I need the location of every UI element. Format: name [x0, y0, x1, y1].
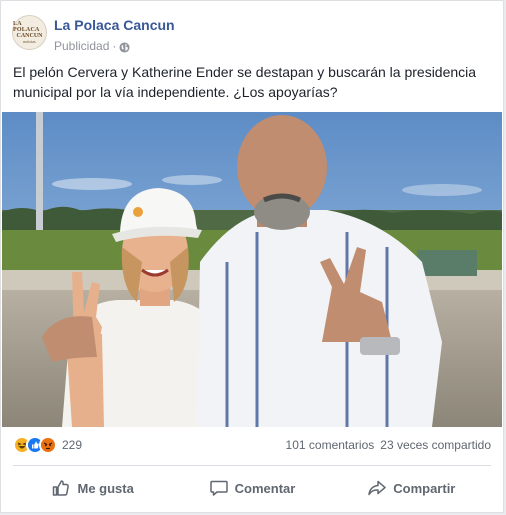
comment-button[interactable]: Comentar	[172, 471, 331, 505]
shares-count-link[interactable]: 23 veces compartido	[380, 438, 491, 452]
post-subline: Publicidad ·	[54, 38, 175, 54]
page-name-link[interactable]: La Polaca Cancun	[54, 17, 175, 34]
post-meta: La Polaca Cancun Publicidad ·	[54, 17, 175, 54]
globe-icon	[119, 41, 130, 53]
angry-icon	[39, 436, 57, 454]
engagement-counts: 101 comentarios 23 veces compartido	[286, 438, 491, 452]
sponsored-label[interactable]: Publicidad	[54, 38, 109, 54]
separator-dot: ·	[112, 39, 117, 53]
comment-label: Comentar	[234, 480, 296, 496]
reactions-summary[interactable]: 229	[13, 436, 82, 454]
avatar-text-line-3: noticias	[23, 39, 36, 44]
like-button[interactable]: Me gusta	[13, 471, 172, 505]
page-avatar[interactable]: LA POLACA CANCUN noticias	[12, 15, 47, 50]
share-icon	[367, 478, 387, 498]
post-stats: 229 101 comentarios 23 veces compartido	[13, 436, 491, 456]
post-header: LA POLACA CANCUN noticias La Polaca Canc…	[12, 15, 175, 54]
facebook-post: LA POLACA CANCUN noticias La Polaca Canc…	[0, 0, 504, 513]
post-caption: El pelón Cervera y Katherine Ender se de…	[13, 64, 477, 100]
post-photo[interactable]	[2, 112, 502, 427]
photo-image	[2, 112, 502, 427]
avatar-text-line-1: LA POLACA	[13, 21, 40, 33]
reaction-count: 229	[62, 438, 83, 452]
like-label: Me gusta	[77, 480, 134, 496]
comment-icon	[209, 478, 229, 498]
share-button[interactable]: Compartir	[332, 471, 491, 505]
thumbs-up-icon	[51, 478, 71, 498]
share-label: Compartir	[393, 480, 456, 496]
post-actions: Me gusta Comentar Compartir	[13, 471, 491, 505]
actions-divider	[13, 465, 491, 466]
comments-count-link[interactable]: 101 comentarios	[286, 438, 375, 452]
